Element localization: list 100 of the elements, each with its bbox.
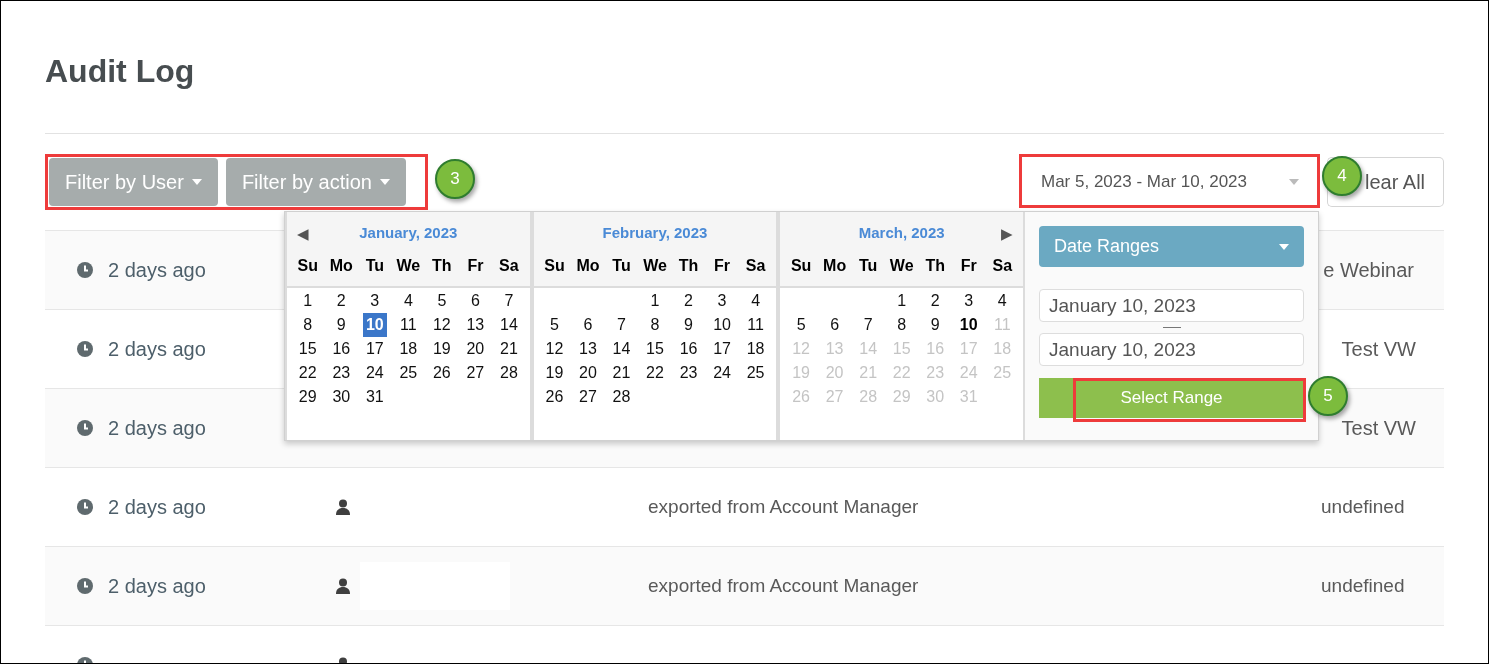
- calendar-day[interactable]: 11: [744, 313, 767, 337]
- calendar-day[interactable]: 6: [827, 313, 843, 337]
- calendar-day[interactable]: 5: [793, 313, 809, 337]
- calendar-day[interactable]: 2: [333, 289, 349, 313]
- calendar-day[interactable]: 21: [609, 361, 634, 385]
- calendar-day[interactable]: 26: [542, 385, 567, 409]
- calendar-day[interactable]: 9: [333, 313, 349, 337]
- calendar-day[interactable]: 27: [576, 385, 600, 409]
- calendar-day[interactable]: 4: [994, 289, 1010, 313]
- calendar-day[interactable]: 5: [434, 289, 450, 313]
- calendar-day[interactable]: 5: [546, 313, 562, 337]
- calendar-day[interactable]: 13: [463, 313, 488, 337]
- calendar-day[interactable]: 25: [743, 361, 768, 385]
- step-badge: 4: [1322, 156, 1362, 196]
- calendar-day[interactable]: 18: [743, 337, 768, 361]
- calendar-day[interactable]: 1: [300, 289, 316, 313]
- calendar-day: 29: [889, 385, 914, 409]
- calendar-day[interactable]: 10: [956, 313, 981, 337]
- log-value: undefined: [1321, 573, 1405, 598]
- month-title: February, 2023: [602, 222, 708, 243]
- step-badge: 3: [435, 159, 475, 199]
- calendar-day: 27: [822, 385, 847, 409]
- calendar-day[interactable]: 21: [497, 337, 521, 361]
- calendar-day[interactable]: 9: [681, 313, 696, 337]
- previous-month-arrow[interactable]: ◀: [297, 225, 309, 241]
- calendar-day[interactable]: 28: [497, 361, 521, 385]
- calendar-day[interactable]: 17: [362, 337, 387, 361]
- calendar-day[interactable]: 24: [362, 361, 387, 385]
- calendar-day[interactable]: 12: [542, 337, 567, 361]
- calendar-day[interactable]: 3: [367, 289, 383, 313]
- calendar-day[interactable]: 20: [576, 361, 600, 385]
- calendar-day: 21: [856, 361, 881, 385]
- weekday-label: Th: [431, 256, 453, 276]
- calendar-day[interactable]: 20: [463, 337, 488, 361]
- calendar-day[interactable]: 11: [397, 313, 420, 337]
- log-value: undefined: [1321, 494, 1405, 519]
- calendar-day[interactable]: 19: [429, 337, 454, 361]
- action-text: exported from Account Manager: [648, 494, 920, 519]
- calendar-day[interactable]: 3: [961, 289, 977, 313]
- calendar-day: 20: [822, 361, 847, 385]
- calendar-day[interactable]: 25: [396, 361, 421, 385]
- calendar-day[interactable]: 17: [710, 337, 734, 361]
- weekday-label: Sa: [744, 256, 767, 276]
- weekday-label: Th: [924, 256, 946, 276]
- calendar-day[interactable]: 24: [710, 361, 734, 385]
- calendar-day[interactable]: 27: [463, 361, 488, 385]
- clock-icon: [77, 420, 93, 436]
- calendar-day[interactable]: 18: [396, 337, 421, 361]
- calendar-day[interactable]: 10: [362, 313, 387, 337]
- calendar-day[interactable]: 7: [860, 313, 876, 337]
- month-title: January, 2023: [359, 222, 458, 243]
- end-date-field[interactable]: January 10, 2023: [1039, 333, 1304, 366]
- calendar-day[interactable]: 4: [748, 289, 764, 313]
- calendar-day[interactable]: 16: [329, 337, 354, 361]
- calendar-day[interactable]: 28: [609, 385, 634, 409]
- log-value: Test VW: [1341, 416, 1416, 441]
- calendar-day[interactable]: 7: [501, 289, 517, 313]
- weekday-label: Fr: [959, 256, 978, 276]
- start-date-field[interactable]: January 10, 2023: [1039, 289, 1304, 322]
- calendar-day[interactable]: 1: [647, 289, 663, 313]
- clear-all-button[interactable]: lear All: [1351, 157, 1444, 207]
- calendar-day[interactable]: 31: [362, 385, 387, 409]
- next-month-arrow[interactable]: ▶: [1001, 225, 1013, 241]
- weekday-label: We: [642, 256, 668, 276]
- calendar-day[interactable]: 29: [295, 385, 320, 409]
- calendar-day: 31: [956, 385, 981, 409]
- calendar-day[interactable]: 26: [429, 361, 454, 385]
- weekday-label: Tu: [857, 256, 879, 276]
- calendar-day[interactable]: 6: [467, 289, 483, 313]
- user-icon: [336, 578, 350, 594]
- calendar-day: 24: [956, 361, 981, 385]
- calendar-day[interactable]: 14: [609, 337, 634, 361]
- calendar-day[interactable]: 15: [643, 337, 667, 361]
- calendar-day[interactable]: 16: [676, 337, 701, 361]
- calendar-day[interactable]: 23: [676, 361, 701, 385]
- calendar-day[interactable]: 22: [295, 361, 320, 385]
- calendar-day[interactable]: 22: [643, 361, 667, 385]
- calendar-day[interactable]: 8: [647, 313, 663, 337]
- calendar-day[interactable]: 2: [927, 289, 943, 313]
- calendar-day[interactable]: 15: [295, 337, 320, 361]
- weekday-label: Su: [543, 256, 566, 276]
- calendar-day[interactable]: 8: [300, 313, 316, 337]
- calendar-day: 30: [923, 385, 948, 409]
- calendar-day: 12: [789, 337, 813, 361]
- calendar-day[interactable]: 2: [681, 289, 696, 313]
- calendar-day[interactable]: 4: [400, 289, 416, 313]
- calendar-day[interactable]: 8: [894, 313, 910, 337]
- calendar-day[interactable]: 10: [710, 313, 734, 337]
- calendar-day[interactable]: 3: [714, 289, 730, 313]
- calendar-day[interactable]: 12: [429, 313, 454, 337]
- calendar-day[interactable]: 14: [497, 313, 521, 337]
- calendar-day[interactable]: 30: [329, 385, 354, 409]
- calendar-day[interactable]: 1: [894, 289, 910, 313]
- calendar-day: 13: [822, 337, 847, 361]
- calendar-day[interactable]: 9: [927, 313, 943, 337]
- calendar-day[interactable]: 6: [580, 313, 596, 337]
- calendar-day[interactable]: 19: [542, 361, 567, 385]
- calendar-day[interactable]: 23: [329, 361, 354, 385]
- calendar-day[interactable]: 7: [614, 313, 629, 337]
- calendar-day[interactable]: 13: [576, 337, 600, 361]
